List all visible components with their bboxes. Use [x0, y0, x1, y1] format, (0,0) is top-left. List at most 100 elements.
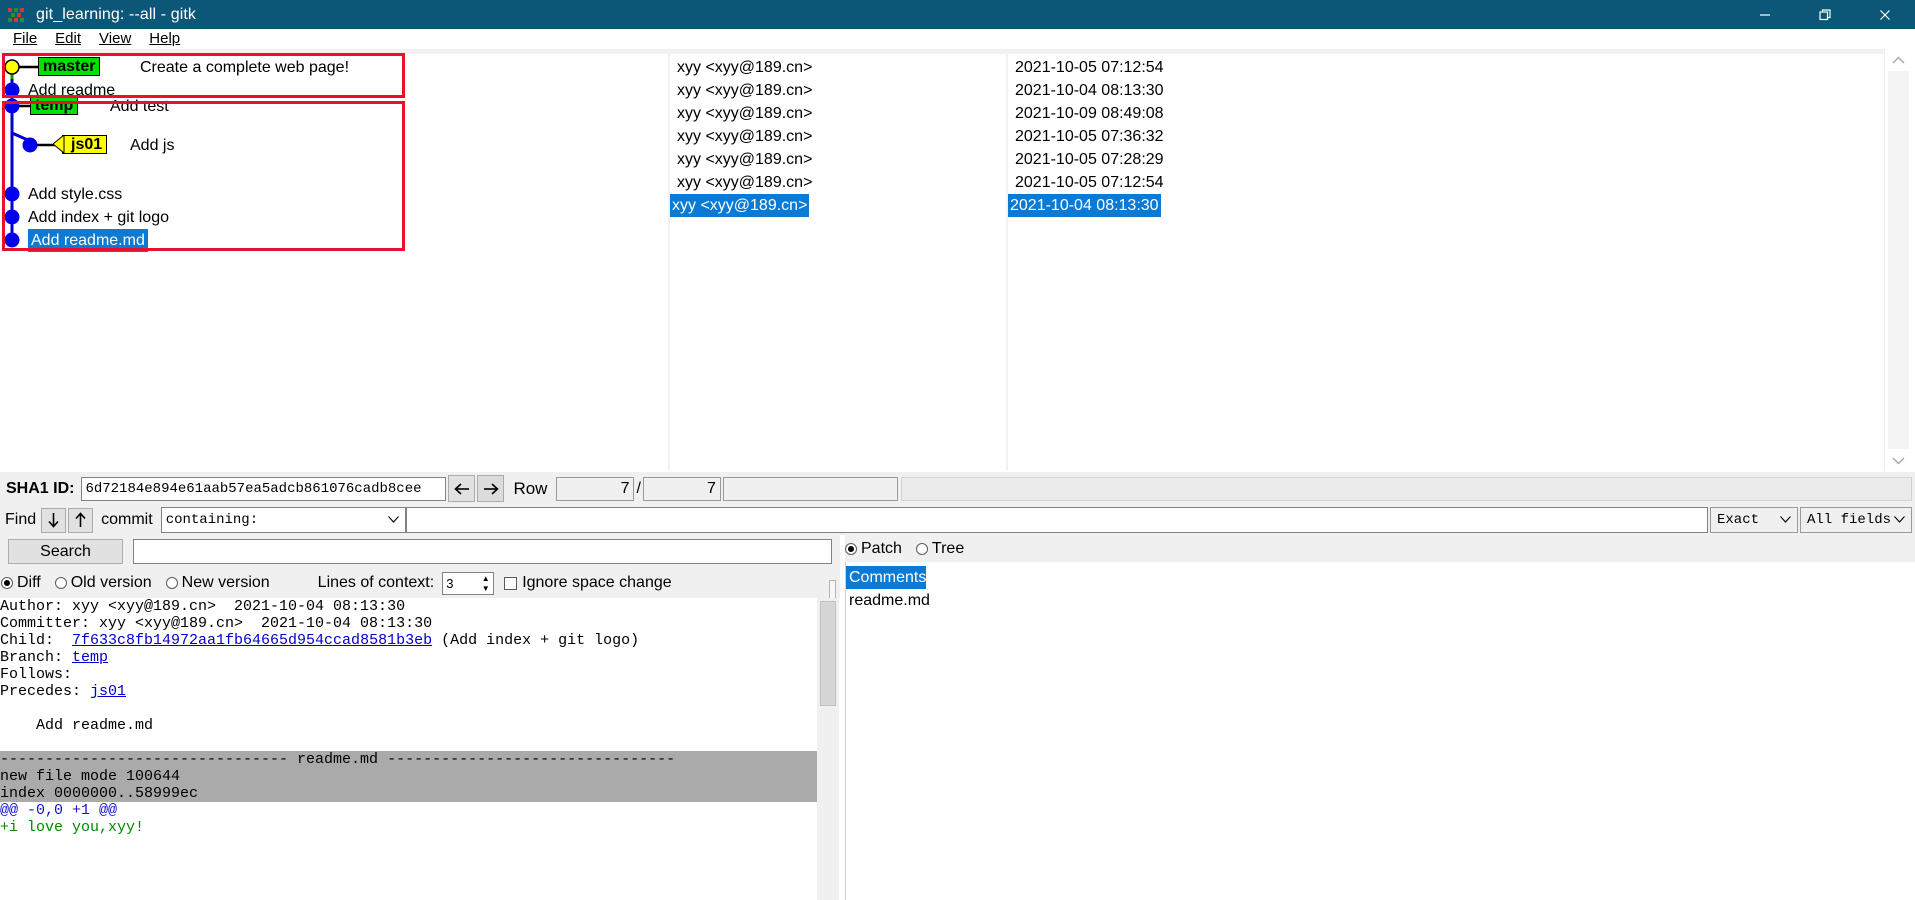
ref-label-js01[interactable]: js01 [62, 135, 108, 154]
diff-pane-scrollbar[interactable] [817, 598, 839, 900]
ref-label-master[interactable]: master [38, 57, 101, 76]
branch-link[interactable]: temp [72, 649, 108, 666]
view-mode-bar: Patch Tree [845, 535, 1915, 562]
radio-patch-label: Patch [861, 539, 902, 557]
pane-top-edge [670, 49, 1006, 54]
radio-diff-label: Diff [17, 574, 41, 591]
commit-message[interactable]: Add test [110, 95, 169, 118]
author-cell: xyy <xyy@189.cn> [677, 105, 813, 122]
context-lines-label: Lines of context: [317, 574, 435, 591]
find-next-icon[interactable] [41, 507, 67, 533]
file-list-item-comments[interactable]: Comments [846, 566, 927, 589]
menu-file[interactable]: File [4, 29, 46, 49]
find-match-type-select[interactable]: Exact [1710, 507, 1798, 533]
commit-list-scrollbar[interactable] [1884, 49, 1913, 471]
date-cell: 2021-10-09 08:49:08 [1015, 105, 1164, 122]
committer-line: Committer: xyy <xyy@189.cn> 2021-10-04 0… [0, 615, 433, 632]
child-message: (Add index + git logo) [432, 632, 640, 649]
branch-line: Branch: temp [0, 649, 817, 666]
commit-message[interactable]: Add readme [28, 79, 115, 102]
radio-old-version-label: Old version [70, 574, 152, 591]
find-mode-value: containing: [165, 512, 259, 528]
row-current-input[interactable]: 7 [556, 476, 635, 501]
commit-graph [4, 59, 62, 248]
radio-patch-indicator [845, 542, 857, 555]
tag-arrow-icon [53, 135, 65, 154]
context-lines-input[interactable]: 3 ▲ ▼ [442, 571, 495, 595]
row-extra-field[interactable] [722, 476, 898, 501]
forward-button[interactable] [477, 475, 505, 502]
radio-tree-label: Tree [931, 539, 965, 557]
spinner-icon[interactable]: ▲ ▼ [479, 574, 492, 595]
menu-help[interactable]: Help [140, 29, 189, 49]
follows-line: Follows: [0, 666, 73, 683]
author-pane[interactable]: xyy <xyy@189.cn> xyy <xyy@189.cn> xyy <x… [668, 49, 1006, 471]
find-bar: Find commit containing: Exact All fields [0, 505, 1915, 535]
maximize-button[interactable] [1795, 0, 1855, 29]
close-button[interactable] [1855, 0, 1915, 29]
find-scope-label: commit [101, 511, 153, 528]
precedes-line: Precedes: js01 [0, 683, 817, 700]
search-bar: Search [0, 535, 840, 568]
date-cell: 2021-10-05 07:12:54 [1015, 59, 1164, 76]
date-cell: 2021-10-04 08:13:30 [1015, 82, 1164, 99]
author-cell-selected: xyy <xyy@189.cn> [670, 194, 810, 217]
commit-message-body: Add readme.md [0, 717, 154, 734]
date-pane[interactable]: 2021-10-05 07:12:54 2021-10-04 08:13:30 … [1006, 49, 1884, 471]
precedes-link[interactable]: js01 [90, 683, 126, 700]
radio-tree-indicator [915, 542, 928, 555]
child-label: Child: [0, 632, 73, 649]
menu-view[interactable]: View [90, 29, 140, 49]
commit-message[interactable]: Create a complete web page! [140, 56, 349, 79]
minimize-button[interactable] [1735, 0, 1795, 29]
date-cell-selected: 2021-10-04 08:13:30 [1008, 194, 1161, 217]
commit-message[interactable]: Add style.css [28, 183, 122, 206]
pane-top-edge [1008, 49, 1884, 54]
diff-detail-pane[interactable]: Author: xyy <xyy@189.cn> 2021-10-04 08:1… [0, 598, 817, 900]
child-sha-link[interactable]: 7f633c8fb14972aa1fb64665d954ccad8581b3eb [72, 632, 432, 649]
diff-scrollbar-thumb[interactable] [820, 601, 836, 706]
sha-navigation-bar: SHA1 ID: 6d72184e894e61aab57ea5adcb86107… [0, 472, 1915, 505]
file-list-pane[interactable]: Comments readme.md [845, 562, 1915, 900]
commit-graph-pane[interactable]: master temp js01 Create a complete web p… [0, 49, 668, 471]
radio-new-version[interactable]: New version [165, 574, 270, 592]
sha-input[interactable]: 6d72184e894e61aab57ea5adcb861076cadb8cee [81, 476, 447, 501]
author-cell: xyy <xyy@189.cn> [677, 128, 813, 145]
ignore-space-checkbox[interactable]: Ignore space change [504, 574, 672, 592]
find-mode-select[interactable]: containing: [160, 507, 406, 533]
back-button[interactable] [448, 475, 476, 502]
scroll-up-icon[interactable] [1885, 49, 1913, 71]
search-input[interactable] [133, 539, 832, 564]
find-fields-value: All fields [1807, 512, 1892, 528]
find-query-input[interactable] [405, 507, 1708, 533]
radio-patch[interactable]: Patch [845, 540, 902, 558]
find-previous-icon[interactable] [68, 507, 94, 533]
scroll-down-icon[interactable] [1885, 449, 1913, 471]
branch-label: Branch: [0, 649, 73, 666]
commit-message-selected[interactable]: Add readme.md [28, 229, 148, 252]
row-tail-field [900, 476, 1912, 501]
window-controls [1735, 0, 1915, 29]
radio-tree[interactable]: Tree [915, 539, 965, 558]
author-cell: xyy <xyy@189.cn> [677, 174, 813, 191]
file-list-item-readme[interactable]: readme.md [846, 589, 930, 612]
chevron-down-icon [387, 508, 399, 532]
menu-edit[interactable]: Edit [46, 29, 90, 49]
radio-old-version[interactable]: Old version [54, 574, 152, 592]
radio-new-version-indicator [165, 577, 178, 589]
scrollbar-track-area[interactable] [1885, 49, 1913, 471]
commit-message[interactable]: Add js [130, 134, 174, 157]
scrollbar-track[interactable] [1888, 71, 1909, 449]
row-total-input[interactable]: 7 [642, 476, 721, 501]
date-cell: 2021-10-05 07:28:29 [1015, 151, 1164, 168]
chevron-down-icon [1894, 508, 1905, 532]
find-label: Find [5, 511, 37, 528]
title-bar: git_learning: --all - gitk [0, 0, 1915, 29]
find-fields-select[interactable]: All fields [1800, 507, 1912, 533]
search-button[interactable]: Search [8, 539, 123, 564]
diff-added-line: +i love you,xyy! [0, 819, 145, 836]
commit-message[interactable]: Add index + git logo [28, 206, 169, 229]
radio-new-version-label: New version [181, 574, 270, 591]
radio-diff[interactable]: Diff [1, 574, 41, 592]
